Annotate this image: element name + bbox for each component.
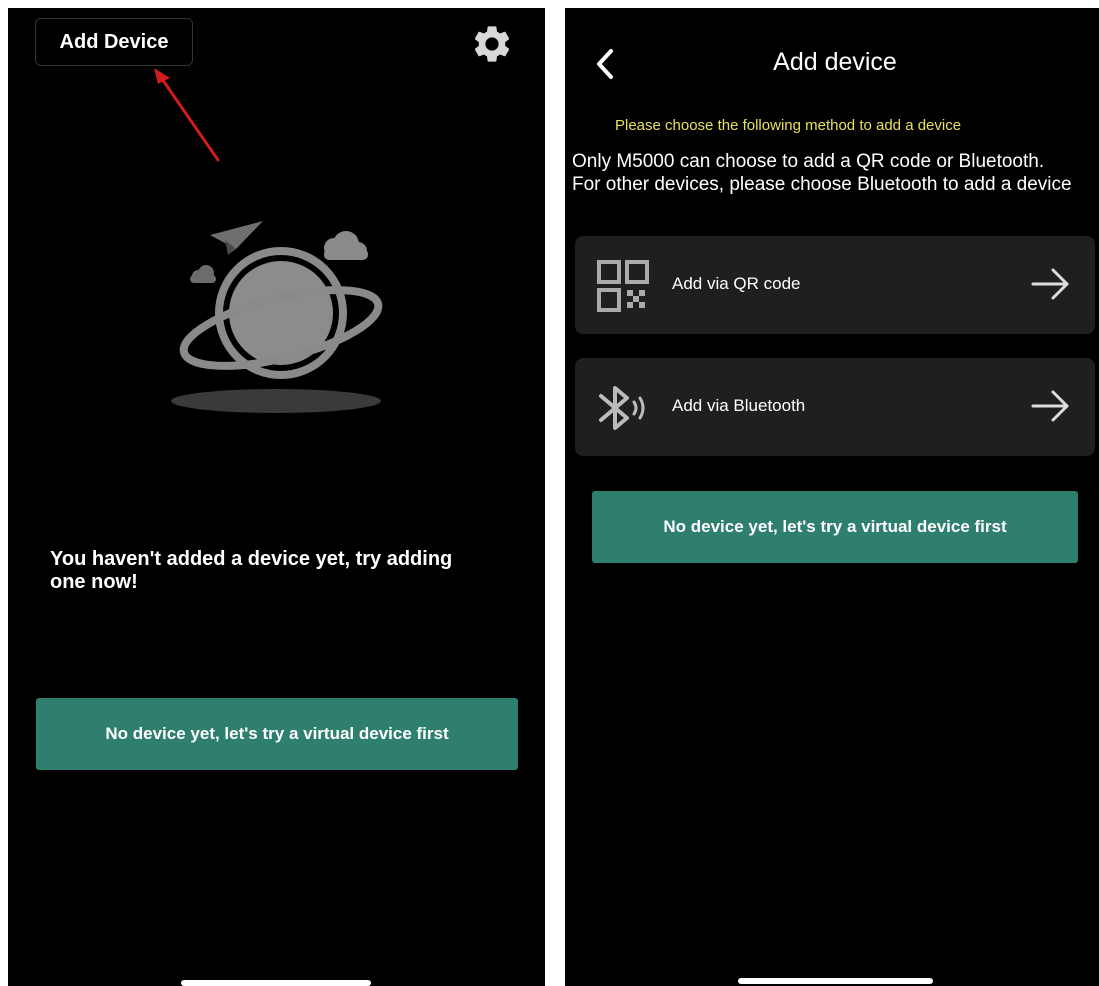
method-label: Add via Bluetooth	[672, 396, 806, 415]
gear-icon[interactable]	[470, 22, 514, 66]
add-device-screen: Add device Please choose the following m…	[565, 8, 1099, 986]
add-via-qr-option[interactable]: Add via QR code	[575, 236, 1095, 334]
device-list-screen: Add Device You haven't added a device ye…	[8, 8, 545, 986]
virtual-device-button[interactable]: No device yet, let's try a virtual devic…	[592, 491, 1078, 563]
empty-planet-illustration	[171, 221, 383, 413]
home-indicator[interactable]	[738, 978, 933, 984]
method-hint: Please choose the following method to ad…	[615, 117, 962, 134]
virtual-device-button[interactable]: No device yet, let's try a virtual devic…	[36, 698, 518, 770]
add-device-button[interactable]: Add Device	[35, 18, 193, 66]
bluetooth-icon	[599, 386, 645, 430]
empty-state-message: You haven't added a device yet, try addi…	[50, 548, 453, 593]
annotation-arrow-icon	[154, 68, 220, 162]
home-indicator[interactable]	[181, 980, 371, 986]
arrow-right-icon	[1031, 390, 1069, 422]
method-label: Add via QR code	[672, 274, 801, 293]
page-title: Add device	[773, 48, 897, 76]
arrow-right-icon	[1031, 268, 1069, 300]
qr-code-icon	[597, 260, 649, 312]
add-via-bluetooth-option[interactable]: Add via Bluetooth	[575, 358, 1095, 456]
method-description: Only M5000 can choose to add a QR code o…	[572, 151, 1072, 195]
